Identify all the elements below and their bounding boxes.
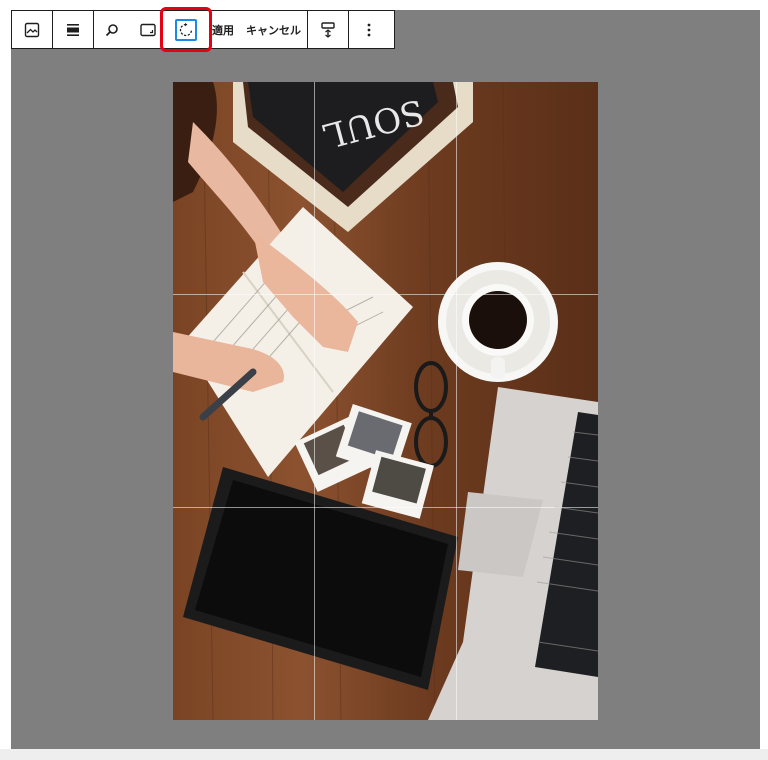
crop-grid-vertical-2 [456, 82, 457, 720]
apply-button[interactable]: 適用 [206, 11, 240, 48]
image-icon [24, 22, 40, 37]
block-type-image-button[interactable] [12, 11, 52, 48]
zoom-button[interactable] [94, 11, 130, 48]
editor-bottom-strip [0, 749, 768, 760]
rotate-button[interactable] [160, 7, 212, 52]
more-options-button[interactable] [349, 11, 389, 48]
toolbar-group-block [12, 11, 53, 48]
search-icon [105, 23, 118, 36]
crop-grid-horizontal-1 [173, 294, 598, 295]
text-caption-icon [321, 21, 335, 38]
caption-button[interactable] [308, 11, 348, 48]
crop-grid-vertical-1 [314, 82, 315, 720]
toolbar-group-caption [308, 11, 349, 48]
rotate-button-active-frame [175, 18, 197, 41]
toolbar-group-crop: 適用 キャンセル [94, 7, 308, 52]
align-wide-icon [67, 23, 79, 36]
toolbar-group-align [53, 11, 94, 48]
crop-grid-horizontal-2 [173, 507, 598, 508]
align-button[interactable] [53, 11, 93, 48]
block-toolbar: 適用 キャンセル [11, 7, 395, 52]
rotate-icon [179, 22, 193, 36]
desk-photo: SOUL [173, 82, 598, 720]
cancel-button[interactable]: キャンセル [240, 11, 307, 48]
aspect-ratio-icon [140, 23, 156, 36]
aspect-ratio-button[interactable] [130, 11, 166, 48]
crop-image[interactable]: SOUL [173, 82, 598, 720]
toolbar-group-more [349, 11, 389, 48]
more-vertical-icon [367, 23, 371, 36]
